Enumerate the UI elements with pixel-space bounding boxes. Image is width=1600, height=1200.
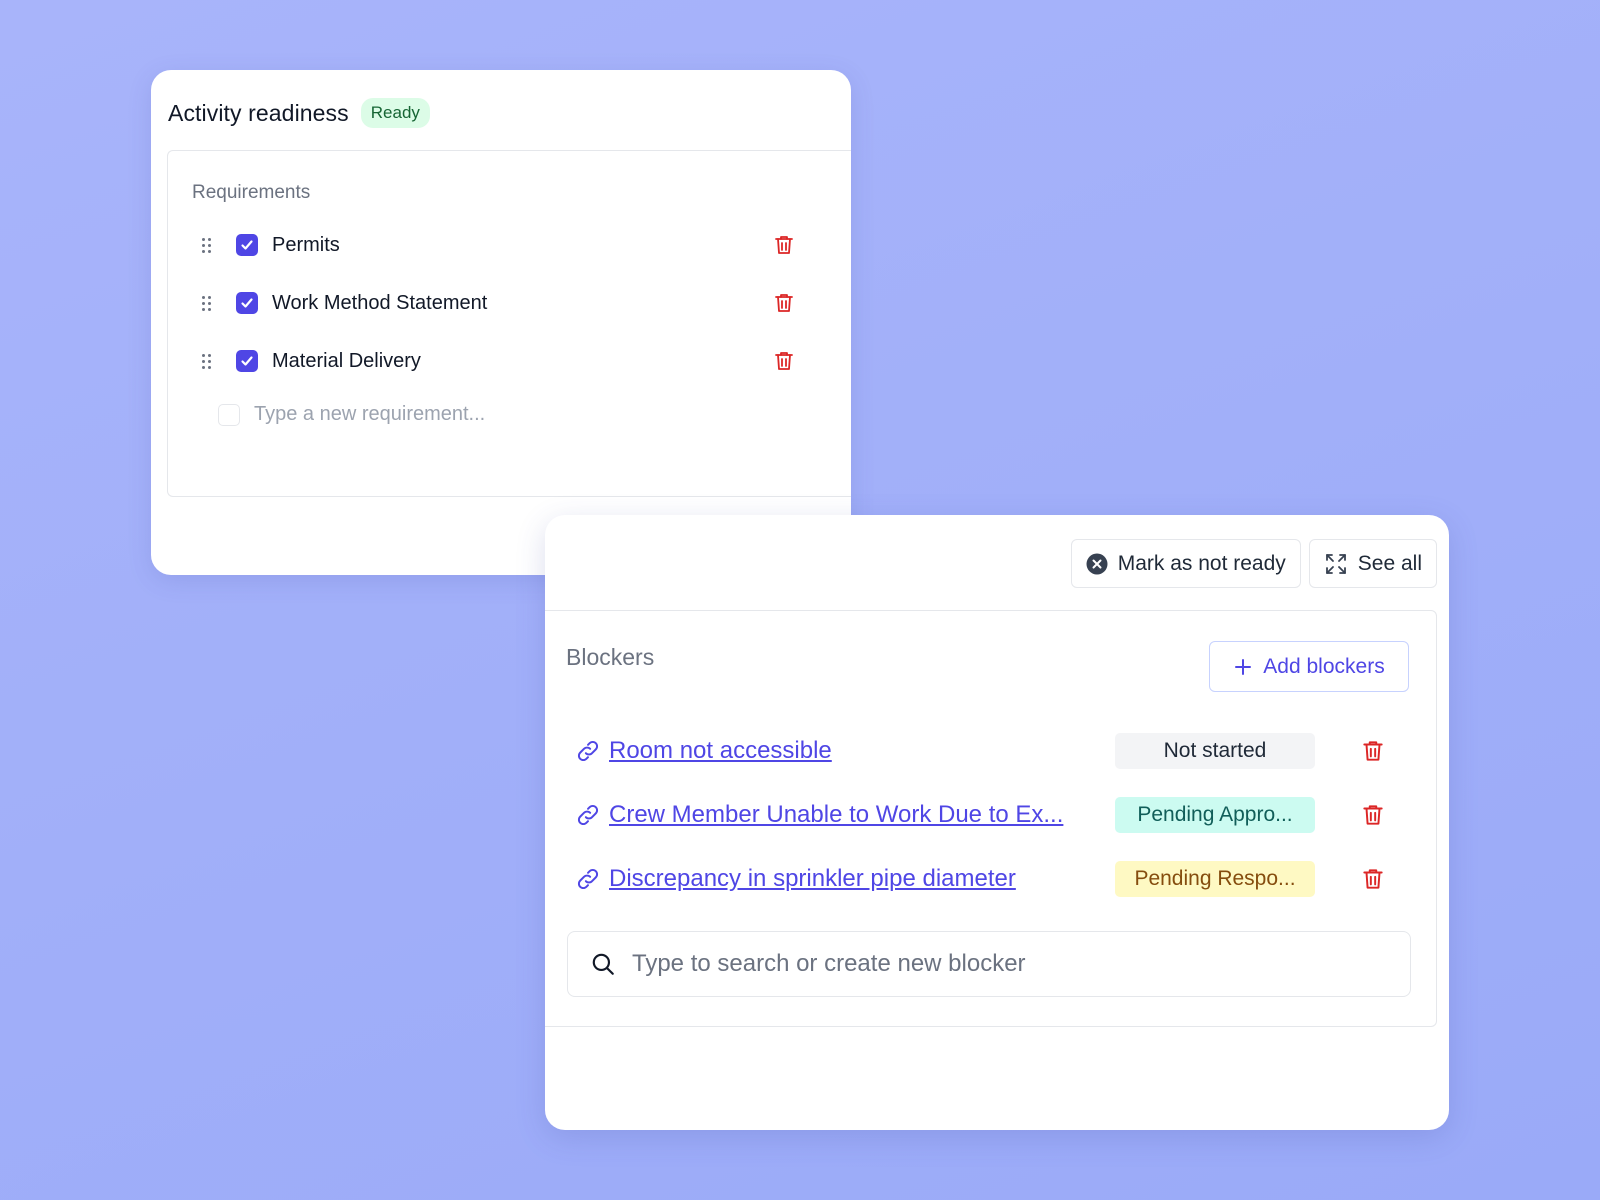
requirement-checkbox[interactable] <box>236 234 258 256</box>
trash-icon[interactable] <box>772 291 796 315</box>
link-icon <box>577 740 599 762</box>
requirement-label: Work Method Statement <box>272 291 488 314</box>
blocker-status-badge: Pending Respo... <box>1115 861 1315 897</box>
trash-icon[interactable] <box>772 349 796 373</box>
activity-readiness-card: Activity readiness Ready Requirements Pe… <box>151 70 851 575</box>
blocker-search-input[interactable] <box>630 949 1390 979</box>
drag-handle-icon[interactable] <box>202 293 214 313</box>
new-requirement-row <box>218 403 634 426</box>
check-icon <box>241 240 253 250</box>
add-blockers-label: Add blockers <box>1263 654 1385 678</box>
mark-not-ready-button[interactable]: Mark as not ready <box>1070 539 1301 588</box>
requirement-checkbox[interactable] <box>236 350 258 372</box>
requirement-item: Permits <box>202 230 802 260</box>
requirement-item: Work Method Statement <box>202 288 802 318</box>
link-icon <box>577 804 599 826</box>
requirements-label: Requirements <box>192 182 311 203</box>
requirement-checkbox[interactable] <box>236 292 258 314</box>
blocker-link[interactable]: Discrepancy in sprinkler pipe diameter <box>609 865 1117 893</box>
blocker-item: Discrepancy in sprinkler pipe diameter P… <box>575 861 1405 897</box>
blockers-card: Mark as not ready See all Blockers Add b… <box>545 515 1449 1130</box>
requirement-label: Material Delivery <box>272 349 421 372</box>
add-blockers-button[interactable]: Add blockers <box>1209 641 1409 692</box>
drag-handle-icon[interactable] <box>202 351 214 371</box>
link-icon <box>577 868 599 890</box>
blocker-status-badge: Not started <box>1115 733 1315 769</box>
blockers-section: Blockers Add blockers Room not accessibl… <box>545 610 1437 1027</box>
check-icon <box>241 298 253 308</box>
blocker-status-badge: Pending Appro... <box>1115 797 1315 833</box>
new-requirement-checkbox[interactable] <box>218 403 240 426</box>
blockers-label: Blockers <box>566 644 655 670</box>
blocker-link[interactable]: Room not accessible <box>609 737 1117 765</box>
blocker-item: Crew Member Unable to Work Due to Ex... … <box>575 797 1405 833</box>
see-all-button[interactable]: See all <box>1308 539 1437 588</box>
requirement-label: Permits <box>272 233 340 256</box>
search-icon <box>592 953 614 975</box>
drag-handle-icon[interactable] <box>202 235 214 255</box>
status-badge: Ready <box>360 98 430 128</box>
blocker-item: Room not accessible Not started <box>575 733 1405 769</box>
card-title: Activity readiness <box>168 99 349 126</box>
blocker-link[interactable]: Crew Member Unable to Work Due to Ex... <box>609 801 1117 829</box>
trash-icon[interactable] <box>1360 802 1386 828</box>
expand-icon <box>1325 553 1346 574</box>
mark-not-ready-label: Mark as not ready <box>1117 551 1286 575</box>
see-all-label: See all <box>1357 551 1422 575</box>
check-icon <box>241 356 253 366</box>
blocker-search-box <box>567 931 1411 997</box>
trash-icon[interactable] <box>772 233 796 257</box>
plus-icon <box>1235 658 1252 675</box>
new-requirement-input[interactable] <box>254 403 634 426</box>
requirement-item: Material Delivery <box>202 346 802 376</box>
x-circle-icon <box>1086 553 1108 574</box>
requirements-section: Requirements Permits Work Method Stateme… <box>167 150 851 497</box>
trash-icon[interactable] <box>1360 866 1386 892</box>
card-header: Activity readiness Ready <box>168 98 430 128</box>
card-actions: Mark as not ready See all <box>1070 539 1437 588</box>
trash-icon[interactable] <box>1360 738 1386 764</box>
